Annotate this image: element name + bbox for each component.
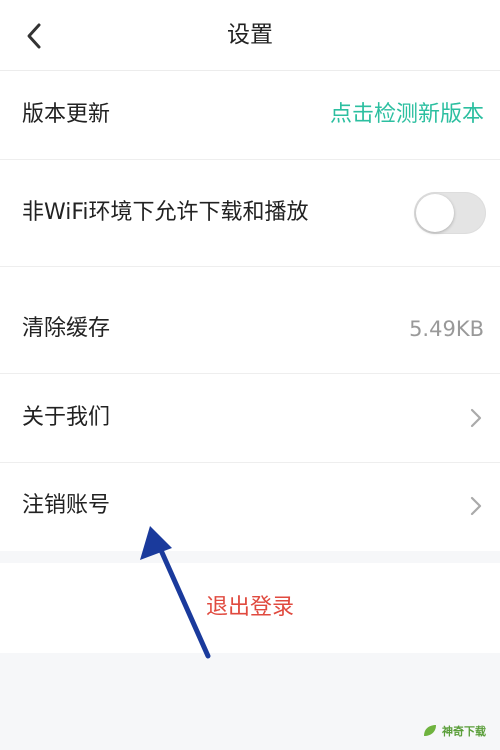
row-about-us[interactable]: 关于我们 — [0, 374, 500, 463]
row-clear-cache[interactable]: 清除缓存 5.49KB — [0, 285, 500, 374]
row-wifi-download: 非WiFi环境下允许下载和播放 — [0, 160, 500, 267]
chevron-right-icon — [470, 408, 482, 428]
row-label: 版本更新 — [22, 102, 111, 127]
cache-size-value: 5.49KB — [409, 317, 484, 341]
row-label: 非WiFi环境下允许下载和播放 — [22, 200, 309, 225]
wifi-download-toggle[interactable] — [414, 192, 486, 234]
settings-list: 版本更新 点击检测新版本 非WiFi环境下允许下载和播放 清除缓存 5.49KB… — [0, 71, 500, 551]
watermark-text: 神奇下载 — [442, 725, 486, 738]
check-update-link[interactable]: 点击检测新版本 — [330, 71, 484, 159]
page-title: 设置 — [227, 22, 273, 48]
logout-button[interactable]: 退出登录 — [0, 563, 500, 653]
toggle-knob — [416, 194, 454, 232]
row-label: 注销账号 — [22, 493, 111, 518]
row-label: 关于我们 — [22, 405, 111, 430]
row-delete-account[interactable]: 注销账号 — [0, 462, 500, 550]
chevron-right-icon — [470, 496, 482, 516]
top-bar: 设置 — [0, 0, 500, 71]
row-label: 清除缓存 — [22, 316, 111, 341]
row-version-update[interactable]: 版本更新 点击检测新版本 — [0, 71, 500, 160]
leaf-icon — [424, 725, 436, 736]
watermark-logo: 神奇下载 — [422, 720, 492, 742]
